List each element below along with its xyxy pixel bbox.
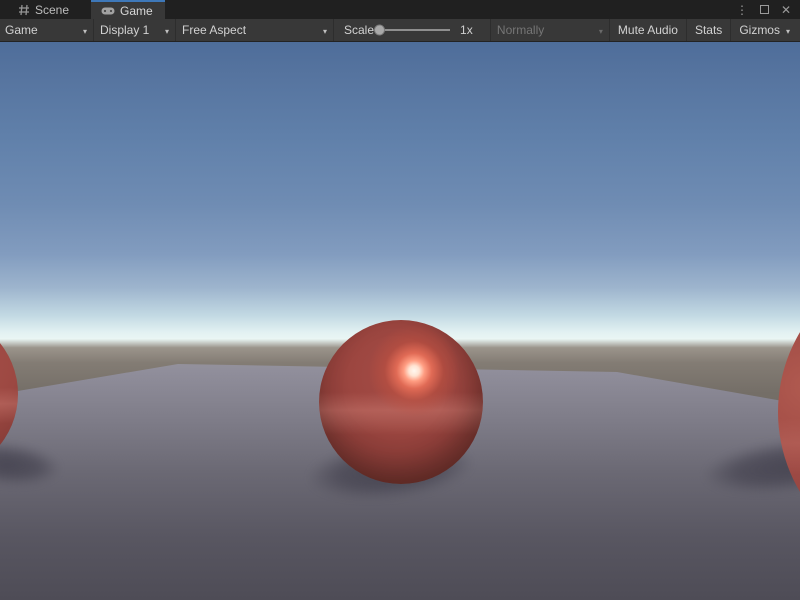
red-sphere-center <box>319 320 483 484</box>
close-icon[interactable]: ✕ <box>778 2 794 18</box>
gamepad-icon <box>101 6 115 16</box>
display-label: Display 1 <box>100 23 149 37</box>
tab-scene[interactable]: Scene <box>8 0 81 19</box>
game-target-dropdown[interactable]: Game ▾ <box>0 19 93 41</box>
aspect-ratio-label: Free Aspect <box>182 23 246 37</box>
stats-label: Stats <box>695 23 722 37</box>
chevron-down-icon: ▾ <box>599 27 603 36</box>
toolbar-right-group: Normally ▾ Mute Audio Stats Gizmos ▾ <box>490 19 800 41</box>
scale-control: Scale 1x <box>334 23 479 37</box>
chevron-down-icon: ▾ <box>323 27 327 36</box>
game-view-toolbar: Game ▾ Display 1 ▾ Free Aspect ▾ Scale 1… <box>0 19 800 42</box>
kebab-menu-icon[interactable]: ⋮ <box>734 2 750 18</box>
window-controls: ⋮ ✕ <box>734 0 800 19</box>
maximize-icon[interactable] <box>756 2 772 18</box>
aspect-ratio-dropdown[interactable]: Free Aspect ▾ <box>176 19 333 41</box>
chevron-down-icon: ▾ <box>786 27 790 36</box>
display-dropdown[interactable]: Display 1 ▾ <box>94 19 175 41</box>
game-target-label: Game <box>5 23 38 37</box>
tab-bar: Scene Game ⋮ ✕ <box>0 0 800 19</box>
tabbar-spacer <box>165 0 734 19</box>
scale-value: 1x <box>460 23 473 37</box>
scale-label: Scale <box>344 23 374 37</box>
scale-slider-track[interactable] <box>376 29 450 31</box>
tab-scene-label: Scene <box>35 3 69 17</box>
gizmos-dropdown[interactable]: Gizmos ▾ <box>731 19 800 41</box>
stats-button[interactable]: Stats <box>687 19 730 41</box>
play-mode-behavior-dropdown[interactable]: Normally ▾ <box>491 19 609 41</box>
scene-grid-icon <box>18 4 30 16</box>
maximize-square <box>760 5 769 14</box>
mute-audio-label: Mute Audio <box>618 23 678 37</box>
chevron-down-icon: ▾ <box>165 27 169 36</box>
tab-game-label: Game <box>120 4 153 18</box>
unity-game-view-window: Scene Game ⋮ ✕ Game ▾ Display 1 <box>0 0 800 600</box>
gizmos-label: Gizmos <box>739 23 780 37</box>
mute-audio-button[interactable]: Mute Audio <box>610 19 686 41</box>
game-viewport[interactable] <box>0 42 800 600</box>
scale-slider-knob[interactable] <box>374 25 385 36</box>
play-mode-label: Normally <box>497 23 544 37</box>
chevron-down-icon: ▾ <box>83 27 87 36</box>
tab-game[interactable]: Game <box>91 0 165 19</box>
